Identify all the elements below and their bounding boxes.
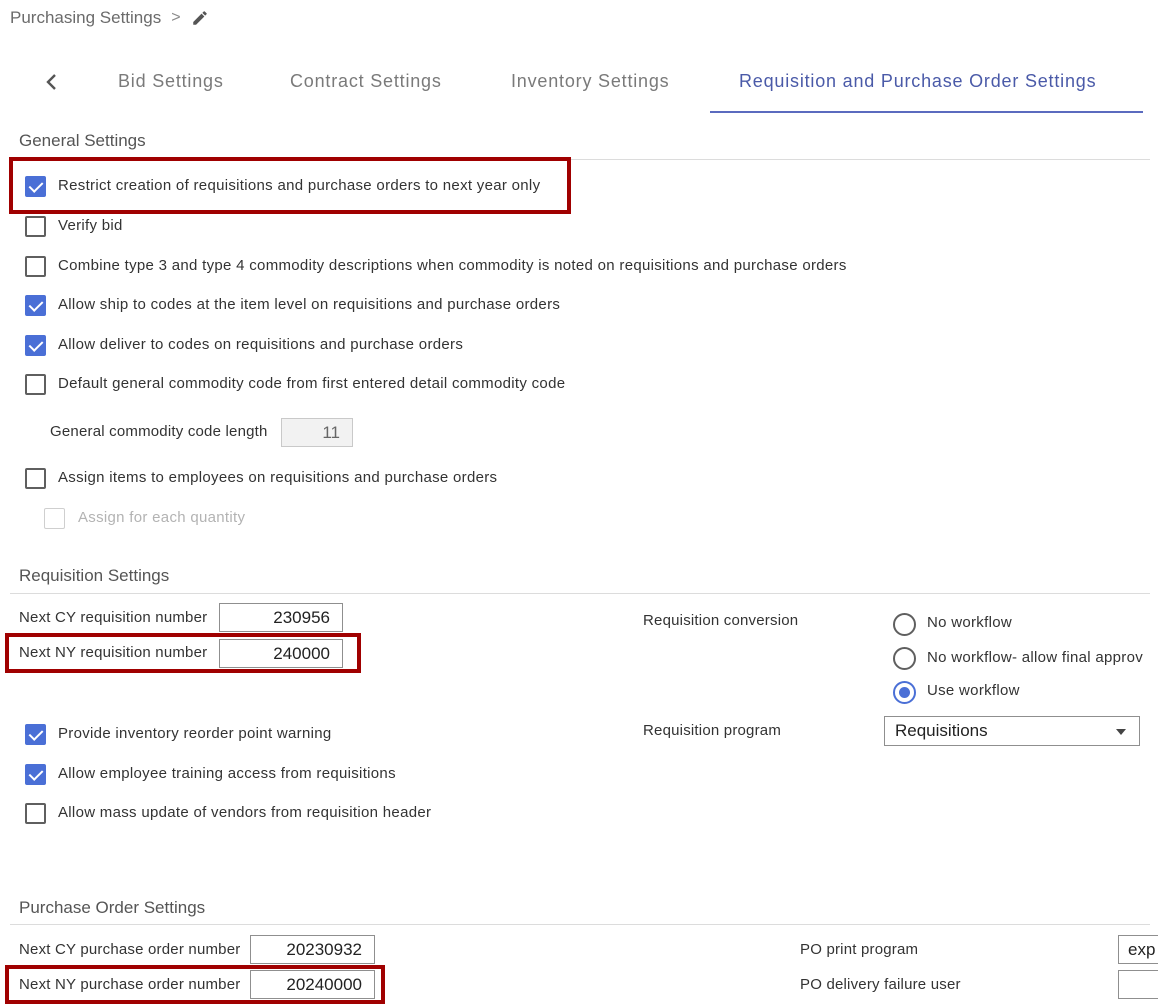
next-cy-po-input[interactable]: 20230932: [250, 935, 375, 964]
tab-bid-settings[interactable]: Bid Settings: [118, 71, 224, 92]
radio-use-workflow[interactable]: [893, 681, 916, 704]
verify-bid-checkbox[interactable]: [25, 216, 46, 237]
caret-down-icon: [1116, 729, 1126, 735]
inventory-reorder-label: Provide inventory reorder point warning: [58, 725, 332, 742]
radio-no-workflow-label: No workflow: [927, 614, 1012, 631]
requisition-program-label: Requisition program: [643, 722, 782, 739]
allow-ship-to-label: Allow ship to codes at the item level on…: [58, 296, 561, 313]
allow-deliver-to-label: Allow deliver to codes on requisitions a…: [58, 336, 464, 353]
po-delivery-failure-input[interactable]: [1118, 970, 1158, 999]
highlight-next-ny-requisition: [5, 633, 361, 673]
default-commodity-label: Default general commodity code from firs…: [58, 375, 566, 392]
commodity-length-field: 11: [281, 418, 353, 447]
allow-ship-to-checkbox[interactable]: [25, 295, 46, 316]
commodity-length-label: General commodity code length: [50, 423, 268, 440]
assign-items-checkbox[interactable]: [25, 468, 46, 489]
requisition-conversion-label: Requisition conversion: [643, 612, 799, 629]
tab-contract-settings[interactable]: Contract Settings: [290, 71, 442, 92]
chevron-left-icon[interactable]: [40, 70, 64, 94]
po-print-program-input[interactable]: exp: [1118, 935, 1158, 964]
mass-update-vendors-checkbox[interactable]: [25, 803, 46, 824]
general-settings-title: General Settings: [19, 131, 146, 150]
assign-items-label: Assign items to employees on requisition…: [58, 469, 498, 486]
breadcrumb-purchasing-settings[interactable]: Purchasing Settings: [10, 8, 161, 28]
employee-training-label: Allow employee training access from requ…: [58, 765, 396, 782]
assign-each-quantity-label: Assign for each quantity: [78, 509, 246, 526]
po-delivery-failure-label: PO delivery failure user: [800, 976, 961, 993]
radio-no-workflow[interactable]: [893, 613, 916, 636]
default-commodity-checkbox[interactable]: [25, 374, 46, 395]
breadcrumb-separator: >: [171, 9, 181, 26]
verify-bid-label: Verify bid: [58, 217, 123, 234]
combine-commodity-checkbox[interactable]: [25, 256, 46, 277]
purchase-order-settings-title: Purchase Order Settings: [19, 898, 206, 917]
mass-update-vendors-label: Allow mass update of vendors from requis…: [58, 804, 432, 821]
tab-requisition-po-settings[interactable]: Requisition and Purchase Order Settings: [739, 71, 1096, 92]
requisition-program-select[interactable]: Requisitions: [884, 716, 1140, 746]
po-print-program-label: PO print program: [800, 941, 919, 958]
highlight-restrict-next-year: [9, 157, 571, 214]
radio-no-workflow-final-approval-label: No workflow- allow final approv: [927, 649, 1144, 666]
allow-deliver-to-checkbox[interactable]: [25, 335, 46, 356]
pencil-icon[interactable]: [191, 9, 209, 27]
highlight-next-ny-po: [5, 965, 385, 1004]
radio-no-workflow-final-approval[interactable]: [893, 647, 916, 670]
combine-commodity-label: Combine type 3 and type 4 commodity desc…: [58, 257, 847, 274]
next-cy-po-label: Next CY purchase order number: [19, 941, 241, 958]
assign-each-quantity-checkbox: [44, 508, 65, 529]
tab-inventory-settings[interactable]: Inventory Settings: [511, 71, 669, 92]
inventory-reorder-checkbox[interactable]: [25, 724, 46, 745]
active-tab-indicator: [710, 111, 1143, 113]
requisition-settings-title: Requisition Settings: [19, 566, 170, 585]
requisition-settings-divider: [10, 593, 1150, 594]
purchase-order-settings-divider: [10, 924, 1150, 925]
breadcrumb: Purchasing Settings >: [10, 8, 209, 28]
employee-training-checkbox[interactable]: [25, 764, 46, 785]
requisition-program-value: Requisitions: [895, 721, 988, 740]
next-cy-requisition-label: Next CY requisition number: [19, 609, 208, 626]
radio-use-workflow-label: Use workflow: [927, 682, 1020, 699]
next-cy-requisition-input[interactable]: 230956: [219, 603, 343, 632]
